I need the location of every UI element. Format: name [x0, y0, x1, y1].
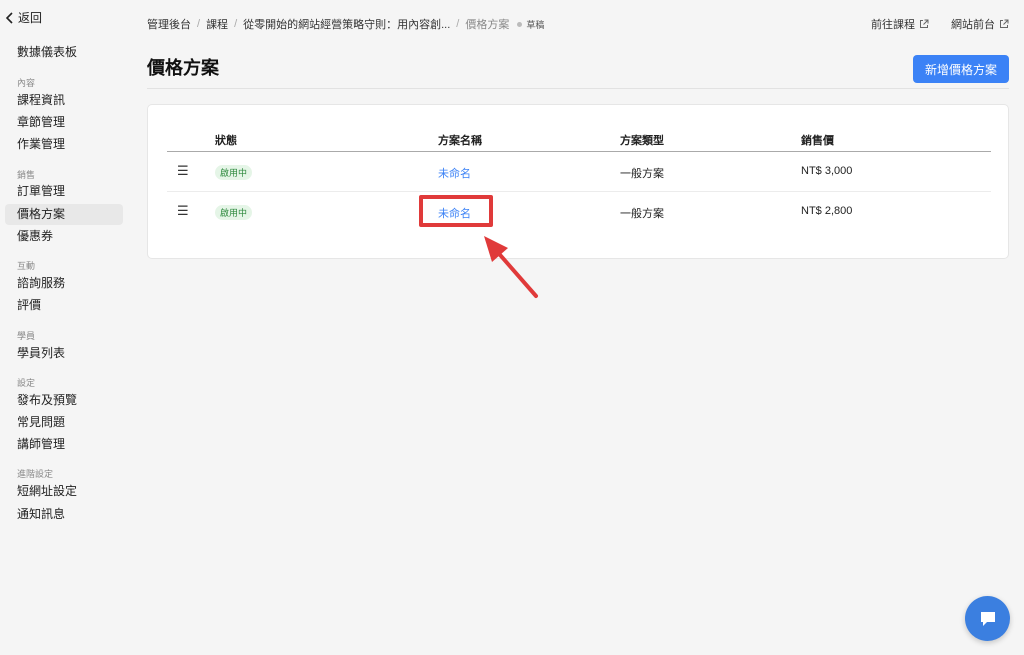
chat-button[interactable]: [965, 596, 1010, 641]
breadcrumb-courses[interactable]: 課程: [206, 16, 228, 32]
status-badge: 啟用中: [215, 165, 253, 180]
plan-name-link[interactable]: 未命名: [438, 165, 471, 181]
external-link-icon: [920, 19, 929, 28]
site-front-label: 網站前台: [951, 19, 995, 31]
sidebar-item-course-info[interactable]: 課程資訊: [5, 90, 123, 111]
row-divider: [167, 191, 991, 192]
chat-icon: [980, 611, 995, 626]
sidebar-item-instructors[interactable]: 講師管理: [5, 434, 123, 455]
back-label: 返回: [18, 11, 43, 25]
goto-course-label: 前往課程: [871, 19, 915, 31]
status-badge: 草稿: [526, 19, 545, 30]
sidebar-group-sales: 銷售: [17, 170, 36, 180]
breadcrumb-separator: /: [197, 18, 201, 30]
breadcrumb-admin[interactable]: 管理後台: [147, 16, 191, 32]
sidebar-group-advanced: 進階設定: [17, 469, 54, 479]
status-dot: [517, 21, 523, 27]
sidebar-item-dashboard[interactable]: 數據儀表板: [5, 42, 123, 63]
drag-handle-icon[interactable]: ☰: [177, 203, 189, 219]
header-divider-line: [167, 151, 991, 152]
breadcrumb-separator: /: [456, 18, 460, 30]
sidebar-item-reviews[interactable]: 評價: [5, 295, 123, 316]
plan-type: 一般方案: [620, 208, 664, 220]
chevron-left-icon: [6, 11, 13, 24]
breadcrumb: 管理後台 / 課程 / 從零開始的網站經營策略守則：用內容創... / 價格方案…: [147, 16, 544, 32]
breadcrumb-separator: /: [234, 18, 238, 30]
sidebar-item-student-list[interactable]: 學員列表: [5, 343, 123, 364]
sidebar-item-chapters[interactable]: 章節管理: [5, 112, 123, 133]
sidebar-item-short-url[interactable]: 短網址設定: [5, 481, 123, 502]
sidebar-item-publish[interactable]: 發布及預覽: [5, 390, 123, 411]
goto-course-link[interactable]: 前往課程: [871, 16, 929, 32]
column-header-name: 方案名稱: [438, 135, 482, 147]
plan-type: 一般方案: [620, 168, 664, 180]
add-pricing-plan-button[interactable]: 新增價格方案: [913, 55, 1009, 83]
annotation-arrow-icon: [484, 236, 538, 298]
sidebar-item-pricing[interactable]: 價格方案: [5, 204, 123, 225]
sidebar-item-consulting[interactable]: 諮詢服務: [5, 273, 123, 294]
annotation-highlight-box: [419, 195, 493, 227]
header-divider: [147, 88, 1009, 89]
sidebar-group-interaction: 互動: [17, 261, 36, 271]
back-button[interactable]: 返回: [6, 9, 42, 26]
sidebar-item-assignments[interactable]: 作業管理: [5, 134, 123, 155]
page-title: 價格方案: [147, 58, 219, 78]
drag-handle-icon[interactable]: ☰: [177, 163, 189, 179]
sidebar-group-settings: 設定: [17, 378, 36, 388]
plan-price: NT$ 2,800: [801, 205, 853, 217]
column-header-status: 狀態: [215, 135, 237, 147]
breadcrumb-course-name[interactable]: 從零開始的網站經營策略守則：用內容創...: [243, 16, 450, 32]
sidebar-group-content: 內容: [17, 78, 36, 88]
plan-price: NT$ 3,000: [801, 165, 853, 177]
external-link-icon: [1000, 19, 1009, 28]
column-header-price: 銷售價: [801, 135, 834, 147]
top-links: 前往課程 網站前台: [849, 16, 1009, 32]
pricing-table-card: 狀態 方案名稱 方案類型 銷售價 ☰ 啟用中 未命名 一般方案 NT$ 3,00…: [147, 104, 1009, 259]
sidebar-item-orders[interactable]: 訂單管理: [5, 181, 123, 202]
status-badge: 啟用中: [215, 205, 253, 220]
sidebar-item-coupons[interactable]: 優惠券: [5, 226, 123, 247]
breadcrumb-current: 價格方案: [465, 19, 510, 31]
sidebar-item-notifications[interactable]: 通知訊息: [5, 504, 123, 525]
site-front-link[interactable]: 網站前台: [951, 16, 1009, 32]
sidebar: 返回 數據儀表板 內容 課程資訊 章節管理 作業管理 銷售 訂單管理 價格方案 …: [0, 0, 128, 655]
column-header-type: 方案類型: [620, 135, 664, 147]
sidebar-item-faq[interactable]: 常見問題: [5, 412, 123, 433]
sidebar-group-students: 學員: [17, 331, 36, 341]
